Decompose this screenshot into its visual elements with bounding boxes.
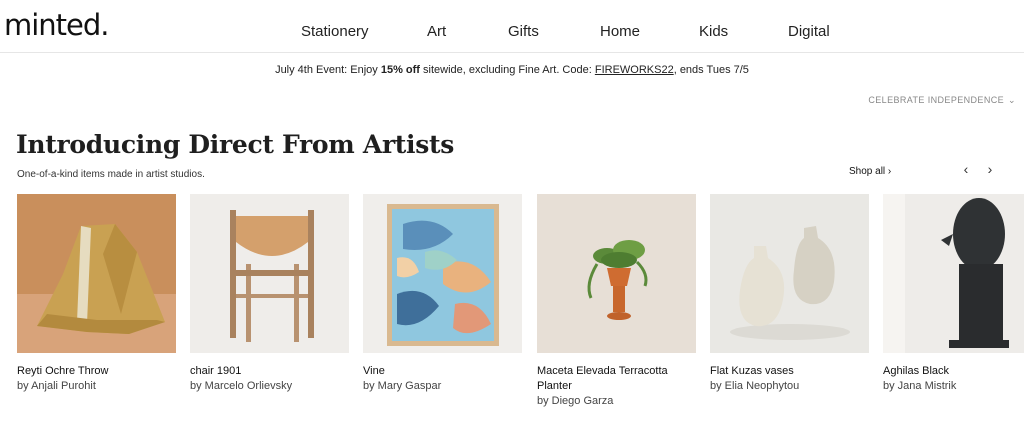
product-image-vases[interactable] xyxy=(710,194,869,353)
product-title[interactable]: chair 1901 xyxy=(190,364,349,379)
main-nav: Stationery Art Gifts Home Kids Digital xyxy=(0,23,1024,43)
product-image-vine-painting[interactable] xyxy=(363,194,522,353)
promo-discount: 15% off xyxy=(380,64,420,76)
product-artist[interactable]: by Marcelo Orlievsky xyxy=(190,379,349,394)
product-card-aghilas-black[interactable]: Aghilas Black by Jana Mistrik xyxy=(883,194,1024,394)
product-card-reyti-throw[interactable]: Reyti Ochre Throw by Anjali Purohit xyxy=(17,194,176,394)
nav-stationery[interactable]: Stationery xyxy=(301,23,369,40)
product-image-chair[interactable] xyxy=(190,194,349,353)
product-title[interactable]: Aghilas Black xyxy=(883,364,1024,379)
nav-art[interactable]: Art xyxy=(427,23,446,40)
promo-prefix: July 4th Event: Enjoy xyxy=(275,64,381,76)
promo-middle: sitewide, excluding Fine Art. Code: xyxy=(419,64,595,76)
promo-banner: July 4th Event: Enjoy 15% off sitewide, … xyxy=(0,64,1024,76)
product-title[interactable]: Vine xyxy=(363,364,522,379)
top-header: minted. Stationery Art Gifts Home Kids D… xyxy=(0,0,1024,53)
promo-code-link[interactable]: FIREWORKS22 xyxy=(595,64,674,76)
product-card-chair-1901[interactable]: chair 1901 by Marcelo Orlievsky xyxy=(190,194,349,394)
section-subtitle: One-of-a-kind items made in artist studi… xyxy=(17,169,205,180)
nav-home[interactable]: Home xyxy=(600,23,640,40)
product-artist[interactable]: by Diego Garza xyxy=(537,394,696,409)
product-artist[interactable]: by Mary Gaspar xyxy=(363,379,522,394)
carousel-next-icon[interactable]: › xyxy=(981,160,999,178)
product-image-sculpture[interactable] xyxy=(883,194,1024,353)
promo-suffix: , ends Tues 7/5 xyxy=(673,64,749,76)
section-title: Introducing Direct From Artists xyxy=(16,130,455,159)
nav-digital[interactable]: Digital xyxy=(788,23,830,40)
product-artist[interactable]: by Anjali Purohit xyxy=(17,379,176,394)
celebrate-label: CELEBRATE INDEPENDENCE xyxy=(868,95,1005,105)
product-title[interactable]: Maceta Elevada Terracotta Planter xyxy=(537,364,696,394)
product-card-flat-kuzas-vases[interactable]: Flat Kuzas vases by Elia Neophytou xyxy=(710,194,869,394)
product-image-planter[interactable] xyxy=(537,194,696,353)
product-artist[interactable]: by Jana Mistrik xyxy=(883,379,1024,394)
shop-all-link[interactable]: Shop all › xyxy=(849,166,891,177)
product-title[interactable]: Reyti Ochre Throw xyxy=(17,364,176,379)
product-title[interactable]: Flat Kuzas vases xyxy=(710,364,869,379)
carousel-prev-icon[interactable]: ‹ xyxy=(957,160,975,178)
celebrate-dropdown[interactable]: CELEBRATE INDEPENDENCE ⌄ xyxy=(868,95,1016,106)
product-artist[interactable]: by Elia Neophytou xyxy=(710,379,869,394)
nav-kids[interactable]: Kids xyxy=(699,23,728,40)
product-image-throw[interactable] xyxy=(17,194,176,353)
product-card-maceta-planter[interactable]: Maceta Elevada Terracotta Planter by Die… xyxy=(537,194,696,409)
nav-gifts[interactable]: Gifts xyxy=(508,23,539,40)
product-card-vine[interactable]: Vine by Mary Gaspar xyxy=(363,194,522,394)
chevron-down-icon: ⌄ xyxy=(1008,95,1016,105)
